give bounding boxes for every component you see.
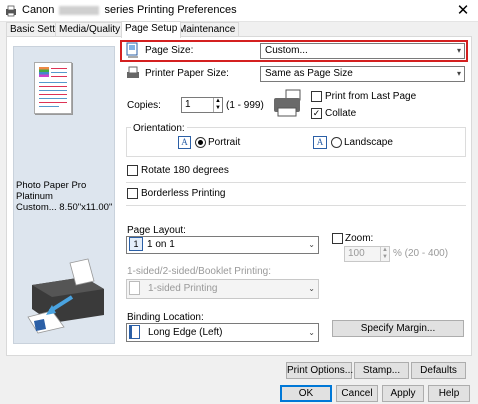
page-size-value: Custom...: [265, 45, 308, 56]
specify-margin-button[interactable]: Specify Margin...: [332, 320, 464, 337]
chevron-down-icon: ⌄: [308, 328, 315, 337]
zoom-spinbox[interactable]: 100 ▲ ▼: [344, 246, 390, 262]
page-layout-select[interactable]: 1 1 on 1 ⌄: [126, 236, 319, 254]
paper-preview-icon: [34, 62, 72, 114]
zoom-checkbox[interactable]: [332, 233, 343, 244]
portrait-icon: A: [178, 136, 191, 149]
binding-location-label: Binding Location:: [127, 312, 204, 323]
printer-paper-icon: [127, 66, 139, 78]
title-prefix: Canon: [22, 4, 55, 16]
rotate-180-label: Rotate 180 degrees: [141, 165, 229, 176]
help-button[interactable]: Help: [428, 385, 470, 402]
zoom-range: % (20 - 400): [393, 248, 449, 259]
title-bar: Canon series Printing Preferences ✕: [0, 0, 478, 22]
portrait-radio[interactable]: [195, 137, 206, 148]
window-title: Canon series Printing Preferences: [22, 4, 237, 16]
sided-page-icon: [129, 281, 140, 296]
binding-location-select[interactable]: Long Edge (Left) ⌄: [126, 323, 319, 342]
chevron-down-icon: ▾: [456, 69, 461, 78]
landscape-radio[interactable]: [331, 137, 342, 148]
media-type-text: Photo Paper Pro Platinum: [16, 180, 87, 202]
chevron-down-icon: ⌄: [308, 284, 315, 293]
print-from-last-page-checkbox[interactable]: [311, 91, 322, 102]
layout-1on1-icon: 1: [129, 237, 143, 252]
tab-maintenance[interactable]: Maintenance: [174, 22, 240, 37]
binding-location-value: Long Edge (Left): [148, 327, 223, 338]
ok-button[interactable]: OK: [280, 385, 332, 402]
divider: [126, 182, 466, 183]
binding-left-icon: [129, 325, 140, 340]
page-layout-value: 1 on 1: [147, 239, 175, 250]
zoom-value: 100: [348, 248, 365, 259]
printer-paper-size-label: Printer Paper Size:: [145, 68, 229, 79]
collate-pages-icon: [274, 89, 301, 117]
tab-media-quality[interactable]: Media/Quality: [55, 22, 125, 37]
spin-arrows-icon[interactable]: ▲ ▼: [380, 247, 389, 261]
media-size-text: Custom... 8.50"x11.00": [16, 202, 113, 213]
close-button[interactable]: ✕: [452, 1, 474, 21]
page-size-select[interactable]: Custom... ▾: [260, 43, 465, 59]
copies-spinbox[interactable]: 1 ▲ ▼: [181, 97, 223, 113]
print-from-last-page-label: Print from Last Page: [325, 91, 417, 102]
page-layout-label: Page Layout:: [127, 225, 186, 236]
collate-checkbox[interactable]: ✓: [311, 108, 322, 119]
printer-paper-size-select[interactable]: Same as Page Size ▾: [260, 66, 465, 82]
stamp-button[interactable]: Stamp...: [354, 362, 409, 379]
spin-arrows-icon[interactable]: ▲ ▼: [213, 98, 222, 112]
title-suffix: series Printing Preferences: [104, 4, 237, 16]
landscape-icon: A: [313, 136, 327, 149]
divider: [126, 205, 466, 206]
rotate-180-checkbox[interactable]: [127, 165, 138, 176]
collate-label: Collate: [325, 108, 357, 119]
landscape-label: Landscape: [344, 137, 393, 148]
chevron-down-icon: ▾: [456, 46, 461, 55]
cancel-button[interactable]: Cancel: [336, 385, 378, 402]
sided-printing-select[interactable]: 1-sided Printing ⌄: [126, 279, 319, 299]
tab-page-setup[interactable]: Page Setup: [121, 21, 182, 38]
defaults-button[interactable]: Defaults: [411, 362, 466, 379]
orientation-label: Orientation:: [131, 123, 187, 134]
page-size-icon: [126, 42, 138, 58]
copies-range: (1 - 999): [226, 100, 264, 111]
borderless-printing-label: Borderless Printing: [141, 188, 226, 199]
redacted-model: [59, 5, 100, 15]
copies-value: 1: [185, 99, 191, 110]
borderless-printing-checkbox[interactable]: [127, 188, 138, 199]
media-summary: Photo Paper Pro Platinum Custom... 8.50"…: [16, 180, 116, 213]
zoom-label: Zoom:: [345, 233, 374, 244]
chevron-down-icon: ⌄: [308, 240, 315, 249]
printer-app-icon: [6, 5, 16, 17]
apply-button[interactable]: Apply: [382, 385, 424, 402]
printer-paper-size-value: Same as Page Size: [265, 68, 353, 79]
printer-illustration: [27, 258, 104, 334]
sided-printing-value: 1-sided Printing: [148, 283, 218, 294]
portrait-label: Portrait: [208, 137, 241, 148]
sided-printing-label: 1-sided/2-sided/Booklet Printing:: [127, 266, 271, 277]
page-size-label: Page Size:: [145, 45, 194, 56]
copies-label: Copies:: [127, 100, 161, 111]
print-options-button[interactable]: Print Options...: [286, 362, 353, 379]
